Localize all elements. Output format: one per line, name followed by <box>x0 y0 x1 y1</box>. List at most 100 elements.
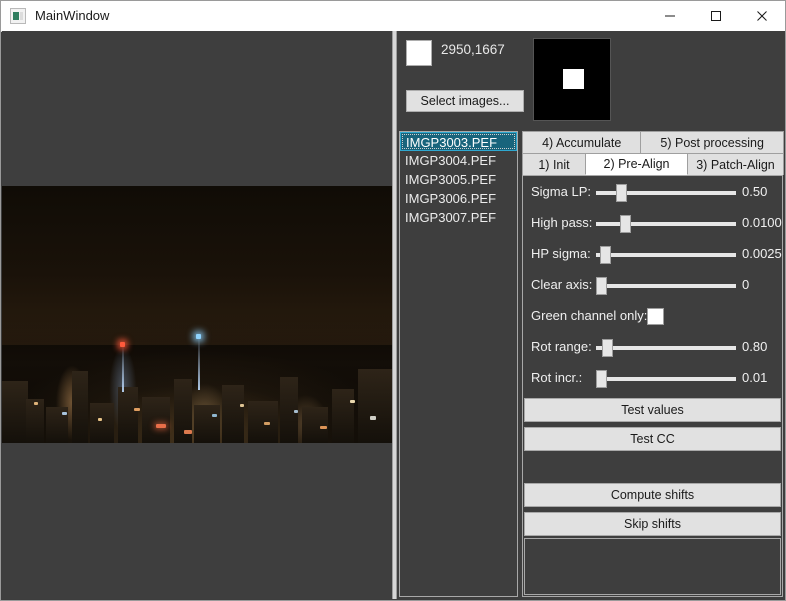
select-images-button[interactable]: Select images... <box>406 90 524 112</box>
tab-patch-align[interactable]: 3) Patch-Align <box>687 153 784 175</box>
photo-window-light <box>350 400 355 403</box>
test-cc-button[interactable]: Test CC <box>524 427 781 451</box>
photo-window-light <box>294 410 298 413</box>
slider-handle[interactable] <box>602 339 613 357</box>
slider-row-clear-axis: Clear axis: 0 <box>523 275 782 297</box>
slider-track <box>596 346 736 350</box>
slider-handle[interactable] <box>620 215 631 233</box>
slider-row-rot-incr: Rot incr.: 0.01 <box>523 368 782 390</box>
file-list-item[interactable]: IMGP3006.PEF <box>400 189 517 208</box>
maximize-icon <box>710 10 722 22</box>
photo-tower-light <box>196 334 201 339</box>
window-controls <box>647 1 785 31</box>
slider-value-rot-range: 0.80 <box>742 339 767 354</box>
photo-tower-light <box>120 342 125 347</box>
close-icon <box>756 10 768 22</box>
slider-clear-axis[interactable] <box>596 275 736 297</box>
photo-building <box>90 403 114 443</box>
coordinates-label: 2950,1667 <box>441 42 505 57</box>
slider-handle[interactable] <box>596 370 607 388</box>
tab-accumulate[interactable]: 4) Accumulate <box>522 131 641 153</box>
slider-label-hp-sigma: HP sigma: <box>531 246 591 261</box>
app-icon <box>10 8 26 24</box>
photo-window-light <box>264 422 270 425</box>
photo-window-light <box>320 426 327 429</box>
tab-init[interactable]: 1) Init <box>522 153 586 175</box>
photo-building <box>142 397 170 443</box>
slider-label-high-pass: High pass: <box>531 215 592 230</box>
patch-thumbnail[interactable] <box>533 38 611 121</box>
photo-building <box>248 401 278 443</box>
slider-handle[interactable] <box>616 184 627 202</box>
color-swatch[interactable] <box>406 40 432 66</box>
slider-rot-incr[interactable] <box>596 368 736 390</box>
photo-tower-spire <box>122 344 124 392</box>
image-preview-panel[interactable] <box>2 31 392 599</box>
compute-shifts-button[interactable]: Compute shifts <box>524 483 781 507</box>
controls-panel: 2950,1667 Select images... IMGP3003.PEF … <box>397 31 785 599</box>
slider-handle[interactable] <box>600 246 611 264</box>
photo-window-light <box>34 402 38 405</box>
photo-window-light <box>134 408 140 411</box>
photo-window-light <box>370 416 376 420</box>
slider-hp-sigma[interactable] <box>596 244 736 266</box>
slider-value-sigma-lp: 0.50 <box>742 184 767 199</box>
photo-window-light <box>62 412 67 415</box>
test-values-button[interactable]: Test values <box>524 398 781 422</box>
slider-sigma-lp[interactable] <box>596 182 736 204</box>
tab-pre-align[interactable]: 2) Pre-Align <box>585 153 688 175</box>
slider-row-sigma-lp: Sigma LP: 0.50 <box>523 182 782 204</box>
slider-handle[interactable] <box>596 277 607 295</box>
photo-building <box>72 371 88 443</box>
slider-track <box>596 222 736 226</box>
slider-label-clear-axis: Clear axis: <box>531 277 592 292</box>
slider-label-rot-incr: Rot incr.: <box>531 370 582 385</box>
window-title: MainWindow <box>35 1 109 31</box>
tab-post-processing[interactable]: 5) Post processing <box>640 131 784 153</box>
photo-window-light <box>240 404 244 407</box>
file-list-item[interactable]: IMGP3007.PEF <box>400 208 517 227</box>
minimize-button[interactable] <box>647 1 693 31</box>
slider-track <box>596 253 736 257</box>
close-button[interactable] <box>739 1 785 31</box>
photo-building <box>2 381 28 443</box>
slider-track <box>596 377 736 381</box>
slider-high-pass[interactable] <box>596 213 736 235</box>
pre-align-pane: Sigma LP: 0.50 High pass: 0.0100 <box>522 175 783 597</box>
tab-row-top: 4) Accumulate 5) Post processing <box>522 131 783 153</box>
title-bar: MainWindow <box>1 1 785 32</box>
slider-row-high-pass: High pass: 0.0100 <box>523 213 782 235</box>
output-log-box[interactable] <box>524 538 781 595</box>
photo-window-light <box>212 414 217 417</box>
file-list-item[interactable]: IMGP3004.PEF <box>400 151 517 170</box>
photo-window-light <box>156 424 166 428</box>
green-channel-checkbox[interactable] <box>647 308 664 325</box>
photo-building <box>26 399 44 443</box>
photo-tower-spire <box>198 336 200 390</box>
photo-window-light <box>184 430 192 434</box>
photo-building <box>118 387 138 443</box>
photo-building <box>194 405 220 443</box>
photo-building <box>302 407 328 443</box>
skip-shifts-button[interactable]: Skip shifts <box>524 512 781 536</box>
maximize-button[interactable] <box>693 1 739 31</box>
main-window: MainWindow <box>0 0 786 601</box>
slider-value-rot-incr: 0.01 <box>742 370 767 385</box>
patch-marker <box>563 69 584 89</box>
photo-window-light <box>98 418 102 421</box>
slider-rot-range[interactable] <box>596 337 736 359</box>
checkbox-label-green-channel: Green channel only: <box>531 308 647 323</box>
file-list[interactable]: IMGP3003.PEF IMGP3004.PEF IMGP3005.PEF I… <box>399 131 518 597</box>
preview-image[interactable] <box>2 186 392 443</box>
photo-building <box>332 389 354 443</box>
slider-value-hp-sigma: 0.0025 <box>742 246 782 261</box>
file-list-item[interactable]: IMGP3003.PEF <box>400 132 517 151</box>
slider-row-hp-sigma: HP sigma: 0.0025 <box>523 244 782 266</box>
minimize-icon <box>664 10 676 22</box>
tab-control: 4) Accumulate 5) Post processing 1) Init… <box>522 131 783 597</box>
slider-label-rot-range: Rot range: <box>531 339 592 354</box>
slider-row-rot-range: Rot range: 0.80 <box>523 337 782 359</box>
slider-track <box>596 284 736 288</box>
photo-building <box>222 385 244 443</box>
file-list-item[interactable]: IMGP3005.PEF <box>400 170 517 189</box>
